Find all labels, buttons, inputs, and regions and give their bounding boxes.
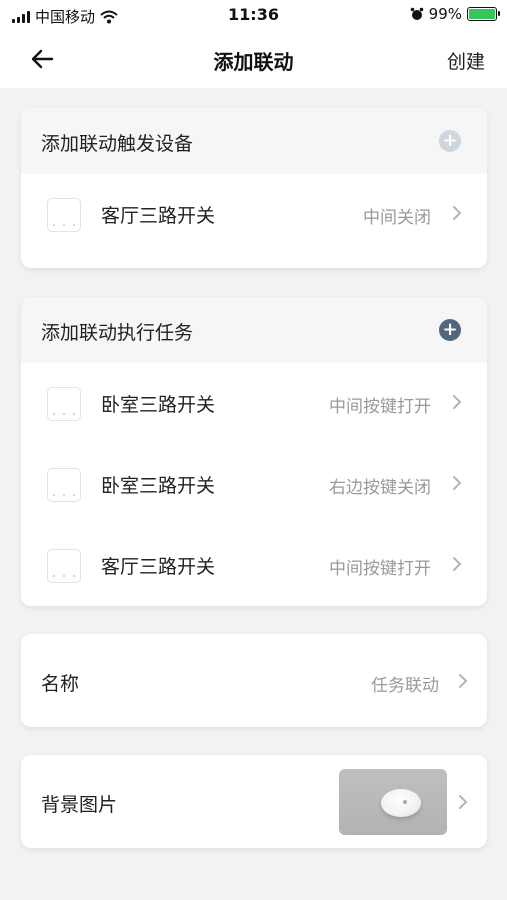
battery-icon bbox=[467, 7, 500, 21]
create-button[interactable]: 创建 bbox=[447, 47, 485, 74]
nav-bar: 添加联动 创建 bbox=[0, 30, 507, 88]
chevron-right-icon bbox=[453, 395, 462, 409]
task-action: 中间按键打开 bbox=[329, 397, 431, 417]
chevron-right-icon bbox=[459, 795, 468, 809]
task-card-header: 添加联动执行任务 + bbox=[21, 297, 487, 363]
device-photo-disc bbox=[381, 789, 421, 817]
device-name: 客厅三路开关 bbox=[101, 205, 216, 227]
task-device-name: 卧室三路开关 bbox=[101, 475, 216, 497]
switch-device-icon bbox=[47, 387, 81, 421]
trigger-device-row[interactable]: 客厅三路开关 中间关闭 bbox=[21, 174, 487, 255]
task-action: 中间按键打开 bbox=[329, 559, 431, 579]
page-title: 添加联动 bbox=[213, 50, 294, 74]
background-thumbnail[interactable] bbox=[339, 769, 447, 835]
trigger-card-header: 添加联动触发设备 + bbox=[21, 108, 487, 174]
task-row[interactable]: 卧室三路开关 右边按键关闭 bbox=[21, 444, 487, 525]
task-card-title: 添加联动执行任务 bbox=[41, 322, 194, 344]
alarm-icon bbox=[410, 7, 423, 20]
add-trigger-plus-icon[interactable]: + bbox=[439, 130, 461, 152]
name-value: 任务联动 bbox=[371, 676, 439, 696]
task-device-name: 客厅三路开关 bbox=[101, 556, 216, 578]
switch-device-icon bbox=[47, 198, 81, 232]
name-row[interactable]: 名称 任务联动 bbox=[21, 634, 487, 727]
task-device-name: 卧室三路开关 bbox=[101, 394, 216, 416]
add-task-plus-icon[interactable]: + bbox=[439, 319, 461, 341]
device-status: 中间关闭 bbox=[363, 208, 431, 228]
switch-device-icon bbox=[47, 468, 81, 502]
task-row[interactable]: 客厅三路开关 中间按键打开 bbox=[21, 525, 487, 606]
background-label: 背景图片 bbox=[41, 794, 118, 816]
task-card: 添加联动执行任务 + 卧室三路开关 中间按键打开 卧室三路开关 右边按键关闭 客… bbox=[21, 297, 487, 606]
trigger-card-title: 添加联动触发设备 bbox=[41, 133, 194, 155]
task-action: 右边按键关闭 bbox=[329, 478, 431, 498]
switch-device-icon bbox=[47, 549, 81, 583]
status-right: 99% bbox=[410, 5, 500, 23]
chevron-right-icon bbox=[459, 674, 468, 688]
task-row[interactable]: 卧室三路开关 中间按键打开 bbox=[21, 363, 487, 444]
battery-level bbox=[469, 9, 495, 19]
background-image-row[interactable]: 背景图片 bbox=[21, 755, 487, 848]
chevron-right-icon bbox=[453, 476, 462, 490]
chevron-right-icon bbox=[453, 206, 462, 220]
battery-percent: 99% bbox=[428, 5, 462, 23]
chevron-right-icon bbox=[453, 557, 462, 571]
trigger-device-card: 添加联动触发设备 + 客厅三路开关 中间关闭 bbox=[21, 108, 487, 268]
status-bar: 中国移动 11:36 99% bbox=[0, 0, 507, 30]
name-label: 名称 bbox=[41, 673, 80, 695]
